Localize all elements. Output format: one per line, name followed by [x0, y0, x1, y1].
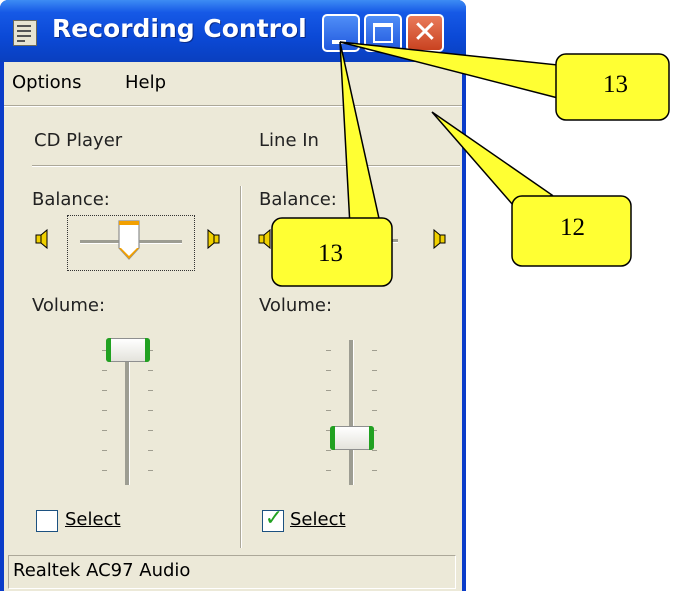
- volume-label: Volume:: [259, 295, 333, 316]
- title-bar[interactable]: Recording Control ✕: [0, 0, 466, 62]
- recording-control-window: Recording Control ✕ Options Help CD Play…: [0, 0, 466, 591]
- channel-divider: [240, 186, 242, 548]
- select-checkbox-line-in[interactable]: ✓: [262, 506, 284, 532]
- volume-slider-cd-player[interactable]: [98, 336, 158, 488]
- checkmark-icon: ✓: [264, 506, 284, 531]
- speaker-right-icon: [433, 228, 446, 250]
- maximize-button[interactable]: [364, 14, 402, 52]
- channel-name-line-in: Line In: [259, 130, 319, 151]
- minimize-icon: [332, 40, 346, 44]
- volume-label: Volume:: [32, 295, 106, 316]
- balance-label: Balance:: [32, 189, 110, 210]
- maximize-icon: [373, 23, 393, 43]
- window-title: Recording Control: [52, 14, 307, 43]
- speaker-left-icon: [35, 228, 48, 250]
- menu-divider: [4, 105, 462, 107]
- balance-label: Balance:: [259, 189, 337, 210]
- status-panel: Realtek AC97 Audio: [8, 555, 456, 589]
- volume-thumb[interactable]: [330, 426, 374, 450]
- balance-thumb[interactable]: [118, 220, 140, 260]
- speaker-left-icon: [258, 228, 271, 250]
- status-text: Realtek AC97 Audio: [13, 560, 191, 581]
- header-divider: [32, 165, 460, 167]
- callout-label-right: 12: [560, 214, 585, 241]
- volume-track: [349, 340, 354, 485]
- close-button[interactable]: ✕: [406, 14, 444, 52]
- status-bar: Realtek AC97 Audio: [4, 549, 462, 591]
- select-label-line-in[interactable]: Select: [290, 509, 346, 530]
- volume-slider-line-in[interactable]: [322, 336, 382, 488]
- select-checkbox-cd-player[interactable]: [36, 510, 58, 532]
- balance-track: [384, 239, 398, 243]
- menu-bar: Options Help: [4, 62, 462, 104]
- menu-options[interactable]: Options: [12, 72, 81, 93]
- client-area: Options Help CD Player Line In Balance:: [4, 62, 462, 591]
- balance-slider-cd-player[interactable]: [67, 215, 195, 271]
- volume-thumb[interactable]: [106, 338, 150, 362]
- minimize-button[interactable]: [322, 14, 360, 52]
- menu-help[interactable]: Help: [125, 72, 166, 93]
- app-icon[interactable]: [13, 20, 37, 46]
- channel-name-cd-player: CD Player: [34, 130, 123, 151]
- callout-label-middle: 13: [318, 240, 343, 267]
- select-label-cd-player[interactable]: Select: [65, 509, 121, 530]
- speaker-right-icon: [207, 228, 220, 250]
- callout-label-top: 13: [603, 71, 628, 98]
- close-icon: ✕: [412, 15, 438, 50]
